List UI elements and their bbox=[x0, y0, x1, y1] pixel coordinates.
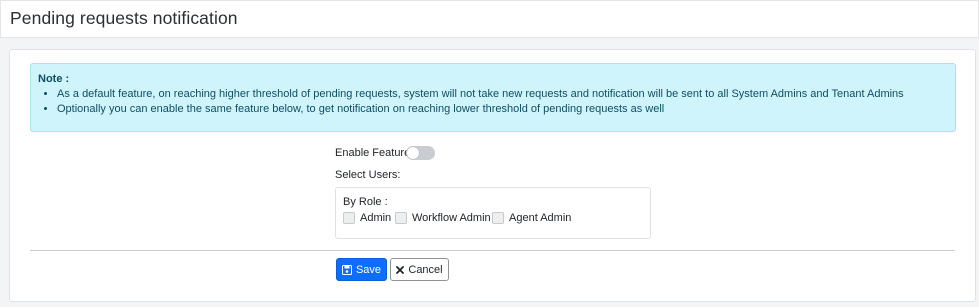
settings-card: Note : As a default feature, on reaching… bbox=[9, 49, 976, 302]
page-header: Pending requests notification bbox=[0, 0, 979, 38]
role-option-admin[interactable]: Admin bbox=[343, 211, 391, 225]
workflow-admin-checkbox[interactable] bbox=[395, 212, 407, 224]
admin-checkbox[interactable] bbox=[343, 212, 355, 224]
agent-admin-checkbox[interactable] bbox=[492, 212, 504, 224]
by-role-label: By Role : bbox=[343, 196, 388, 208]
note-title: Note : bbox=[38, 73, 70, 85]
role-option-workflow-admin[interactable]: Workflow Admin bbox=[395, 211, 491, 225]
select-users-label: Select Users: bbox=[335, 169, 401, 181]
note-item: As a default feature, on reaching higher… bbox=[57, 87, 904, 102]
role-selection-box: By Role : Admin Workflow Admin Agent Adm… bbox=[335, 187, 651, 239]
cancel-button[interactable]: Cancel bbox=[390, 258, 449, 281]
enable-feature-toggle[interactable] bbox=[406, 146, 435, 160]
toggle-knob bbox=[407, 147, 419, 159]
save-label: Save bbox=[355, 263, 382, 276]
page-title: Pending requests notification bbox=[10, 8, 238, 28]
note-item: Optionally you can enable the same featu… bbox=[57, 102, 904, 117]
note-list: As a default feature, on reaching higher… bbox=[31, 87, 904, 117]
floppy-disk-icon bbox=[341, 264, 352, 275]
save-button[interactable]: Save bbox=[336, 258, 387, 281]
role-option-agent-admin[interactable]: Agent Admin bbox=[492, 211, 571, 225]
enable-feature-label: Enable Feature: bbox=[335, 147, 414, 159]
divider bbox=[30, 250, 955, 251]
close-icon bbox=[396, 265, 405, 274]
info-note: Note : As a default feature, on reaching… bbox=[30, 63, 956, 132]
cancel-label: Cancel bbox=[408, 263, 443, 276]
admin-checkbox-label: Admin bbox=[360, 212, 392, 224]
agent-admin-checkbox-label: Agent Admin bbox=[509, 212, 572, 224]
workflow-admin-checkbox-label: Workflow Admin bbox=[412, 212, 491, 224]
